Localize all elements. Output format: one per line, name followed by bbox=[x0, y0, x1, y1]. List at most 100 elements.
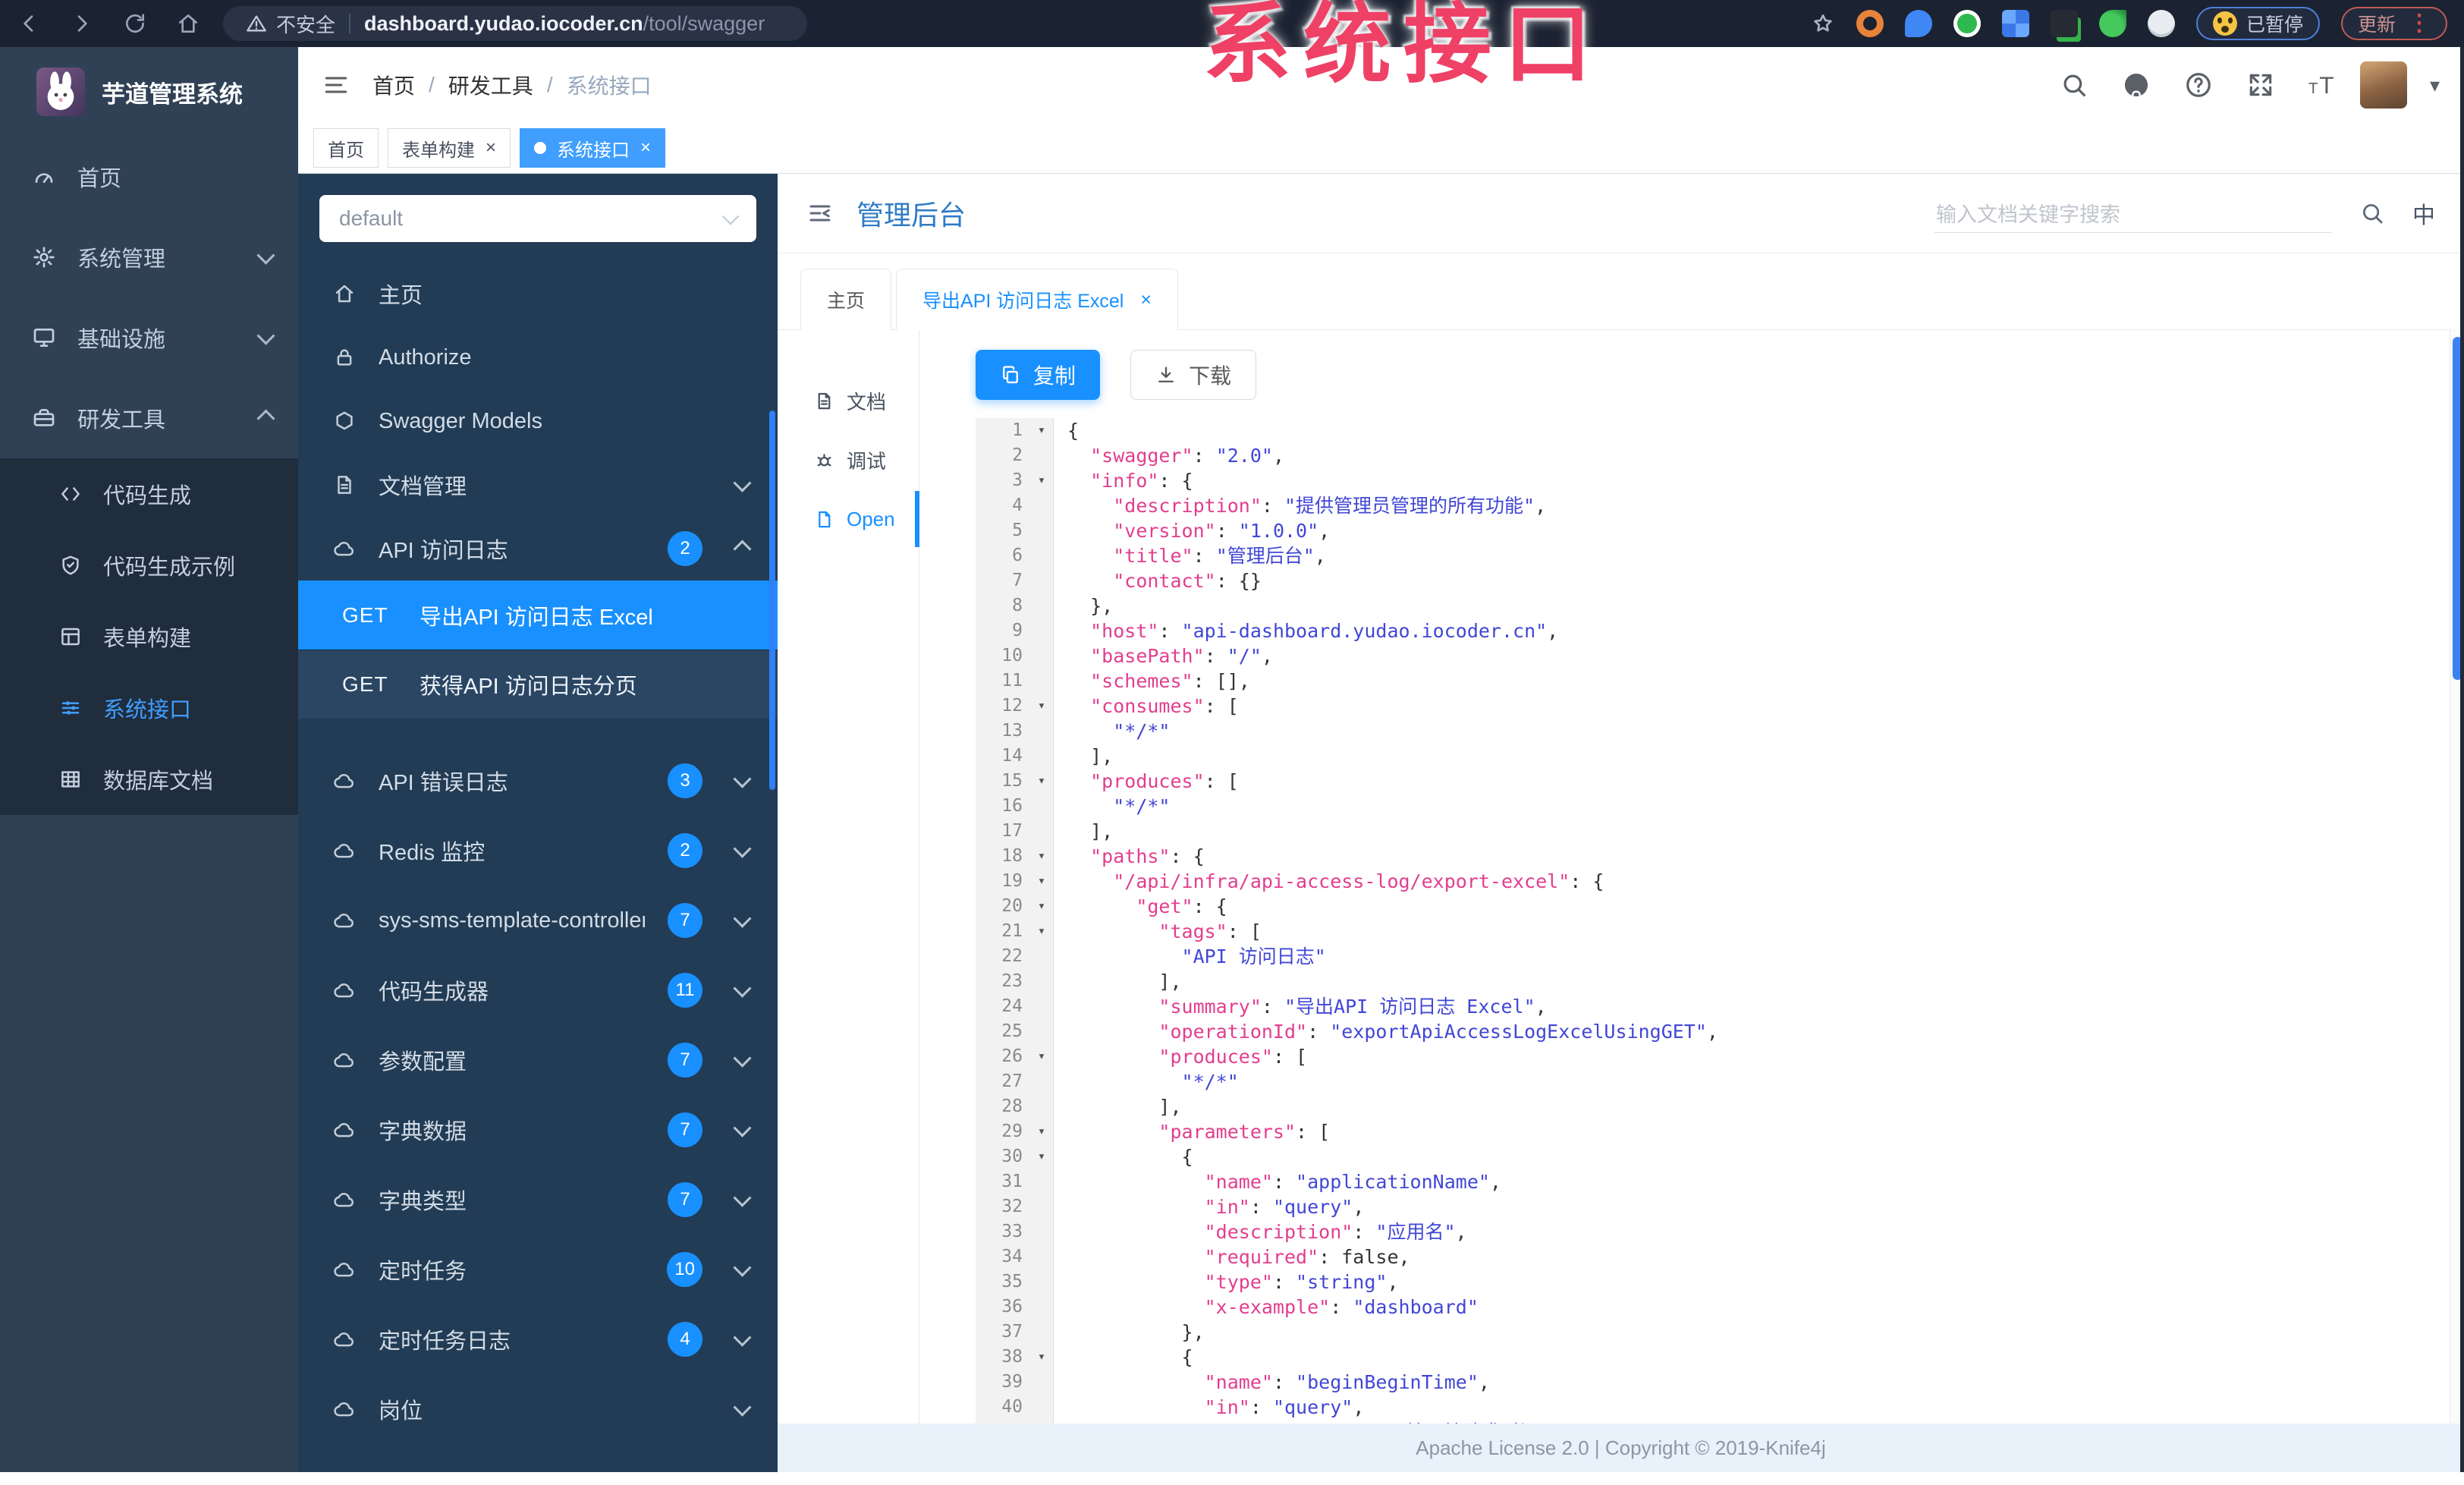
avatar[interactable] bbox=[2359, 61, 2407, 109]
security-warning[interactable]: 不安全 bbox=[246, 10, 335, 38]
doc-search-input[interactable]: 输入文档关键字搜索 bbox=[1934, 193, 2332, 233]
swagger-controller-4[interactable]: 代码生成器 11 bbox=[298, 955, 778, 1025]
swagger-item-2[interactable]: Authorize bbox=[298, 326, 778, 389]
code-line: 20 ▾ "get": { bbox=[976, 894, 2464, 919]
code-line: 8 }, bbox=[976, 593, 2464, 618]
breadcrumb-item[interactable]: 系统接口 bbox=[567, 70, 652, 100]
browser-update-button[interactable]: 更新 ⋮ bbox=[2340, 7, 2447, 40]
fold-toggle-icon[interactable]: ▾ bbox=[1030, 1144, 1053, 1169]
sidebar-subitem-1[interactable]: 代码生成 bbox=[0, 458, 298, 530]
mini-nav-Open[interactable]: Open bbox=[778, 489, 919, 549]
sidebar-subitem-4[interactable]: 系统接口 bbox=[0, 672, 298, 744]
green-leaf-extension-icon[interactable] bbox=[2098, 10, 2126, 37]
doc-title[interactable]: 管理后台 bbox=[856, 193, 966, 233]
sidebar-item-1[interactable]: 首页 bbox=[0, 137, 298, 217]
sidebar-scrollbar-thumb[interactable] bbox=[769, 411, 775, 790]
swagger-item-5[interactable]: API 访问日志 2 bbox=[298, 517, 778, 580]
home-icon[interactable] bbox=[176, 11, 200, 36]
app-logo[interactable]: 芋道管理系统 bbox=[0, 47, 298, 137]
font-size-icon[interactable]: TT bbox=[2308, 71, 2337, 99]
swagger-item-4[interactable]: 文档管理 bbox=[298, 453, 778, 517]
back-icon[interactable] bbox=[17, 11, 41, 36]
line-number: 13 bbox=[976, 719, 1030, 744]
line-number: 37 bbox=[976, 1320, 1030, 1345]
doc-tab-2[interactable]: 导出API 访问日志 Excel × bbox=[896, 269, 1178, 330]
fold-toggle-icon[interactable]: ▾ bbox=[1030, 769, 1053, 794]
tab-首页[interactable]: 首页 bbox=[313, 128, 379, 168]
fold-toggle-icon[interactable]: ▾ bbox=[1030, 468, 1053, 493]
white-paw-extension-icon[interactable] bbox=[2147, 10, 2175, 37]
chevron-down-icon[interactable]: ▾ bbox=[2430, 74, 2440, 97]
swagger-controller-1[interactable]: API 错误日志 3 bbox=[298, 746, 778, 816]
sidebar-item-4[interactable]: 研发工具 bbox=[0, 378, 298, 458]
breadcrumb-item[interactable]: 研发工具 bbox=[448, 70, 533, 100]
swagger-sidebar: default 主页 Authorize Swagger Models 文档管理 API… bbox=[298, 174, 778, 1472]
api-operation[interactable]: GET 导出API 访问日志 Excel bbox=[298, 580, 778, 650]
fold-toggle-icon[interactable]: ▾ bbox=[1030, 418, 1053, 443]
green-circle-extension-icon[interactable] bbox=[1953, 10, 1981, 37]
swagger-controller-5[interactable]: 参数配置 7 bbox=[298, 1025, 778, 1095]
search-icon[interactable] bbox=[2359, 200, 2385, 226]
tab-表单构建[interactable]: 表单构建 × bbox=[388, 128, 511, 168]
api-operation[interactable]: GET 获得API 访问日志分页 bbox=[298, 650, 778, 719]
close-icon[interactable]: × bbox=[640, 139, 651, 157]
swagger-controller-3[interactable]: sys-sms-template-controller 7 bbox=[298, 886, 778, 955]
close-icon[interactable]: × bbox=[486, 139, 496, 157]
swagger-item-1[interactable]: 主页 bbox=[298, 262, 778, 326]
svg-text:T: T bbox=[2319, 71, 2334, 99]
mini-nav-调试[interactable]: 调试 bbox=[778, 430, 919, 489]
orange-ring-extension-icon[interactable] bbox=[1856, 10, 1884, 37]
code-pane: 复制 下载 1 ▾{2 "swagger": "2.0", 3 ▾ "info": {… bbox=[919, 330, 2464, 1424]
tab-paused-button[interactable]: 已暂停 bbox=[2195, 7, 2320, 40]
bookmark-star-icon[interactable] bbox=[1811, 11, 1835, 36]
fold-toggle-icon[interactable]: ▾ bbox=[1030, 1044, 1053, 1069]
help-icon[interactable] bbox=[2184, 71, 2213, 99]
code-text: }, bbox=[1053, 593, 2464, 618]
fold-toggle-icon[interactable]: ▾ bbox=[1030, 869, 1053, 894]
reload-icon[interactable] bbox=[123, 11, 147, 36]
breadcrumb-item[interactable]: 首页 bbox=[372, 70, 415, 100]
swagger-controller-9[interactable]: 定时任务日志 4 bbox=[298, 1304, 778, 1374]
swagger-item-3[interactable]: Swagger Models bbox=[298, 389, 778, 453]
blue-grid-extension-icon[interactable] bbox=[2001, 10, 2029, 37]
sidebar-subitem-5[interactable]: 数据库文档 bbox=[0, 744, 298, 815]
sidebar-subitem-2[interactable]: 代码生成示例 bbox=[0, 530, 298, 601]
fold-toggle-icon[interactable]: ▾ bbox=[1030, 919, 1053, 944]
github-icon[interactable] bbox=[2122, 71, 2151, 99]
code-line: 33 "description": "应用名", bbox=[976, 1219, 2464, 1244]
fold-toggle-icon[interactable]: ▾ bbox=[1030, 1119, 1053, 1144]
collapse-menu-icon[interactable] bbox=[806, 200, 834, 227]
language-switch[interactable]: 中 bbox=[2412, 197, 2435, 230]
sidebar-subitem-3[interactable]: 表单构建 bbox=[0, 601, 298, 672]
address-bar[interactable]: 不安全 dashboard.yudao.iocoder.cn/tool/swag… bbox=[223, 6, 807, 41]
download-button[interactable]: 下载 bbox=[1130, 350, 1257, 400]
tab-系统接口[interactable]: 系统接口 × bbox=[520, 128, 666, 168]
sidebar-item-2[interactable]: 系统管理 bbox=[0, 217, 298, 297]
dark-green-tag-extension-icon[interactable] bbox=[2050, 10, 2078, 37]
swagger-controller-7[interactable]: 字典类型 7 bbox=[298, 1165, 778, 1235]
search-icon[interactable] bbox=[2060, 71, 2088, 99]
fullscreen-icon[interactable] bbox=[2246, 71, 2275, 99]
browser-menu-icon[interactable]: ⋮ bbox=[2408, 12, 2431, 35]
close-icon[interactable]: × bbox=[1140, 289, 1152, 311]
home-icon bbox=[333, 282, 356, 305]
fold-toggle-icon[interactable]: ▾ bbox=[1030, 1345, 1053, 1370]
swagger-controller-10[interactable]: 岗位 bbox=[298, 1374, 778, 1444]
sidebar-item-3[interactable]: 基础设施 bbox=[0, 297, 298, 378]
json-editor[interactable]: 1 ▾{2 "swagger": "2.0", 3 ▾ "info": {4 "des… bbox=[976, 418, 2464, 1424]
fold-toggle-icon[interactable]: ▾ bbox=[1030, 844, 1053, 869]
forward-icon[interactable] bbox=[70, 11, 94, 36]
fold-toggle-icon[interactable]: ▾ bbox=[1030, 694, 1053, 719]
hamburger-icon[interactable] bbox=[322, 71, 350, 99]
fold-toggle-icon[interactable]: ▾ bbox=[1030, 894, 1053, 919]
swagger-controller-6[interactable]: 字典数据 7 bbox=[298, 1095, 778, 1165]
doc-tab-1[interactable]: 主页 bbox=[800, 269, 892, 330]
swagger-controller-8[interactable]: 定时任务 10 bbox=[298, 1235, 778, 1304]
mini-nav-文档[interactable]: 文档 bbox=[778, 371, 919, 430]
copy-button[interactable]: 复制 bbox=[976, 350, 1101, 400]
blue-pin-extension-icon[interactable] bbox=[1904, 10, 1932, 37]
line-number: 35 bbox=[976, 1269, 1030, 1295]
swagger-controller-2[interactable]: Redis 监控 2 bbox=[298, 816, 778, 886]
line-number: 5 bbox=[976, 518, 1030, 543]
group-select[interactable]: default bbox=[319, 195, 756, 242]
